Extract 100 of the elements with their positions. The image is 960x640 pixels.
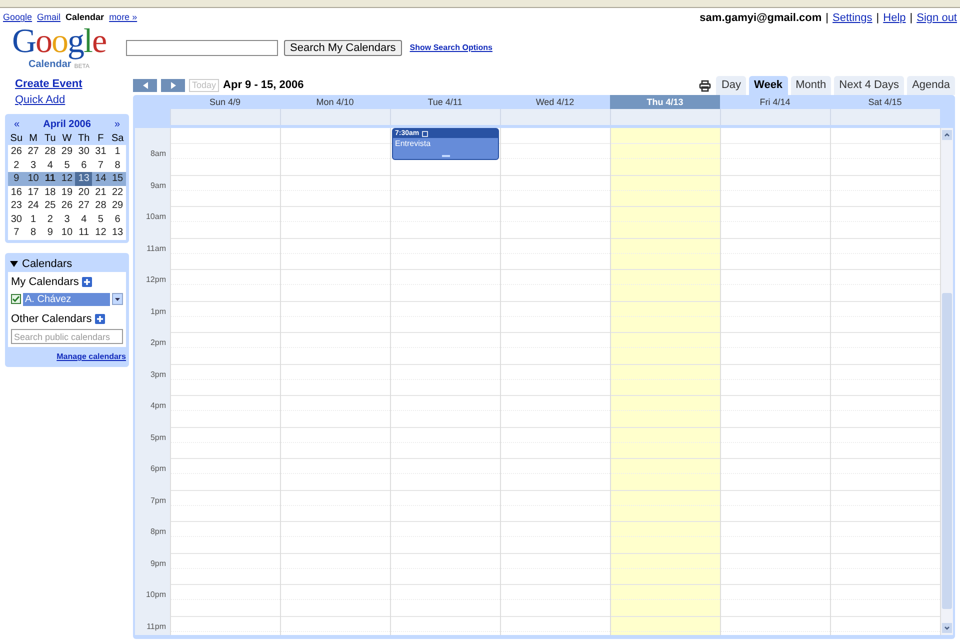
add-plus-icon[interactable] <box>94 314 105 324</box>
mini-calendar-day[interactable]: 1 <box>24 212 42 226</box>
search-options-link[interactable]: Show Search Options <box>410 42 492 54</box>
day-header[interactable]: Fri 4/14 <box>720 95 830 109</box>
view-tab[interactable]: Agenda <box>907 76 955 95</box>
account-link[interactable]: Help <box>883 10 906 26</box>
mini-calendar-day[interactable]: 11 <box>75 226 92 240</box>
search-field[interactable] <box>126 40 278 56</box>
mini-calendar-day[interactable]: 25 <box>42 199 59 212</box>
quick-add-link[interactable]: Quick Add <box>15 92 66 108</box>
mini-calendar-day[interactable]: 27 <box>24 145 42 158</box>
prev-month-link[interactable]: « <box>14 117 20 132</box>
mini-calendar-day[interactable]: 8 <box>109 158 126 172</box>
mini-calendar-day[interactable]: 28 <box>92 199 110 212</box>
mini-calendar-day[interactable]: 16 <box>8 186 25 199</box>
mini-calendar-day[interactable]: 6 <box>75 158 92 172</box>
calendar-checkbox[interactable] <box>11 294 21 304</box>
mini-calendar-day[interactable]: 26 <box>58 199 76 212</box>
mini-calendar-day[interactable]: 19 <box>58 186 76 199</box>
mini-calendar-day[interactable]: 5 <box>92 212 110 226</box>
hour-label: 8am <box>150 149 166 159</box>
next-month-link[interactable]: » <box>114 117 120 132</box>
app-link[interactable]: Google <box>3 11 32 25</box>
mini-calendar-day[interactable]: 11 <box>42 172 59 186</box>
mini-calendar-day[interactable]: 27 <box>75 199 92 212</box>
hour-label: 6pm <box>150 464 166 474</box>
mini-calendar-day[interactable]: 3 <box>24 158 42 172</box>
app-link[interactable]: more » <box>109 11 138 25</box>
week-row[interactable]: 30 1 2 3 4 5 6 <box>8 212 126 226</box>
left-triangle-icon <box>142 82 148 89</box>
view-tab[interactable]: Day <box>716 76 746 95</box>
view-tab[interactable]: Next 4 Days <box>834 76 904 95</box>
mini-calendar-day[interactable]: 8 <box>24 226 42 240</box>
scrollbar[interactable] <box>940 128 953 635</box>
mini-calendar-day[interactable]: 15 <box>109 172 126 186</box>
mini-calendar-day[interactable]: 29 <box>109 199 126 212</box>
week-row[interactable]: 7 8 9 10 11 12 13 <box>8 226 126 240</box>
mini-calendar-day[interactable]: 9 <box>8 172 25 186</box>
next-week-button[interactable] <box>161 79 185 92</box>
week-row[interactable]: 16 17 18 19 20 21 22 <box>8 186 126 199</box>
mini-calendar-day[interactable]: 5 <box>58 158 76 172</box>
event-title: Entrevista <box>394 138 432 149</box>
account-link[interactable]: Sign out <box>916 10 957 26</box>
mini-calendar-day[interactable]: 2 <box>8 158 25 172</box>
add-plus-icon[interactable] <box>82 277 92 288</box>
mini-calendar-day[interactable]: 30 <box>8 212 25 226</box>
public-calendar-search-field[interactable]: Search public calendars <box>11 329 123 344</box>
mini-calendar-day[interactable]: 26 <box>8 145 25 158</box>
mini-calendar-day[interactable]: 10 <box>24 172 42 186</box>
mini-calendar-day[interactable]: 14 <box>92 172 110 186</box>
weekday-label: W <box>61 132 73 145</box>
account-link[interactable]: Settings <box>832 10 872 26</box>
search-button[interactable]: Search My Calendars <box>284 40 402 56</box>
resize-handle-icon[interactable] <box>442 155 450 157</box>
week-row[interactable]: 26 27 28 29 30 31 1 <box>8 145 126 158</box>
mini-calendar-day[interactable]: 28 <box>42 145 59 158</box>
mini-calendar-day[interactable]: 30 <box>75 145 92 158</box>
manage-calendars-link[interactable]: Manage calendars <box>56 352 126 361</box>
mini-calendar-day[interactable]: 4 <box>42 158 59 172</box>
day-header[interactable]: Sat 4/15 <box>830 95 940 109</box>
mini-calendar-day[interactable]: 9 <box>42 226 59 240</box>
mini-calendar-day[interactable]: 7 <box>8 226 25 240</box>
mini-calendar-day[interactable]: 22 <box>109 186 126 199</box>
mini-calendar-day[interactable]: 12 <box>58 172 76 186</box>
day-header[interactable]: Tue 4/11 <box>390 95 500 109</box>
mini-calendar-day[interactable]: 21 <box>92 186 110 199</box>
mini-calendar-day[interactable]: 12 <box>92 226 110 240</box>
mini-calendar-day[interactable]: 20 <box>75 186 92 199</box>
mini-calendar-day[interactable]: 1 <box>109 145 126 158</box>
mini-calendar-day[interactable]: 2 <box>42 212 59 226</box>
mini-calendar-day[interactable]: 24 <box>24 199 42 212</box>
week-row[interactable]: 9 10 11 12 13 14 15 <box>8 172 126 186</box>
previous-week-button[interactable] <box>133 79 157 92</box>
app-link[interactable]: Gmail <box>37 11 61 25</box>
mini-calendar-day[interactable]: 6 <box>109 212 126 226</box>
hour-label: 10pm <box>146 590 166 600</box>
mini-calendar-day[interactable]: 18 <box>42 186 59 199</box>
view-tab[interactable]: Week <box>749 76 788 95</box>
mini-calendar-day[interactable]: 13 <box>109 226 126 240</box>
mini-calendar-day[interactable]: 29 <box>58 145 76 158</box>
day-header[interactable]: Sun 4/9 <box>170 95 280 109</box>
mini-calendar-day[interactable]: 13 <box>75 172 92 186</box>
mini-calendar-day[interactable]: 3 <box>58 212 76 226</box>
day-header[interactable]: Wed 4/12 <box>500 95 610 109</box>
mini-calendar-day[interactable]: 23 <box>8 199 25 212</box>
scroll-down-icon[interactable] <box>942 623 952 633</box>
expand-triangle-icon[interactable] <box>10 260 18 268</box>
print-icon[interactable] <box>699 80 712 92</box>
mini-calendar-day[interactable]: 7 <box>92 158 110 172</box>
week-row[interactable]: 23 24 25 26 27 28 29 <box>8 199 126 212</box>
day-header[interactable]: Mon 4/10 <box>280 95 390 109</box>
view-tab[interactable]: Month <box>790 76 832 95</box>
mini-calendar-day[interactable]: 17 <box>24 186 42 199</box>
mini-calendar-day[interactable]: 4 <box>75 212 92 226</box>
create-event-link[interactable]: Create Event <box>15 76 82 92</box>
hour-label: 3pm <box>150 370 166 380</box>
mini-calendar-day[interactable]: 31 <box>92 145 110 158</box>
scroll-up-icon[interactable] <box>942 130 952 140</box>
week-row[interactable]: 2 3 4 5 6 7 8 <box>8 158 126 172</box>
mini-calendar-day[interactable]: 10 <box>58 226 76 240</box>
